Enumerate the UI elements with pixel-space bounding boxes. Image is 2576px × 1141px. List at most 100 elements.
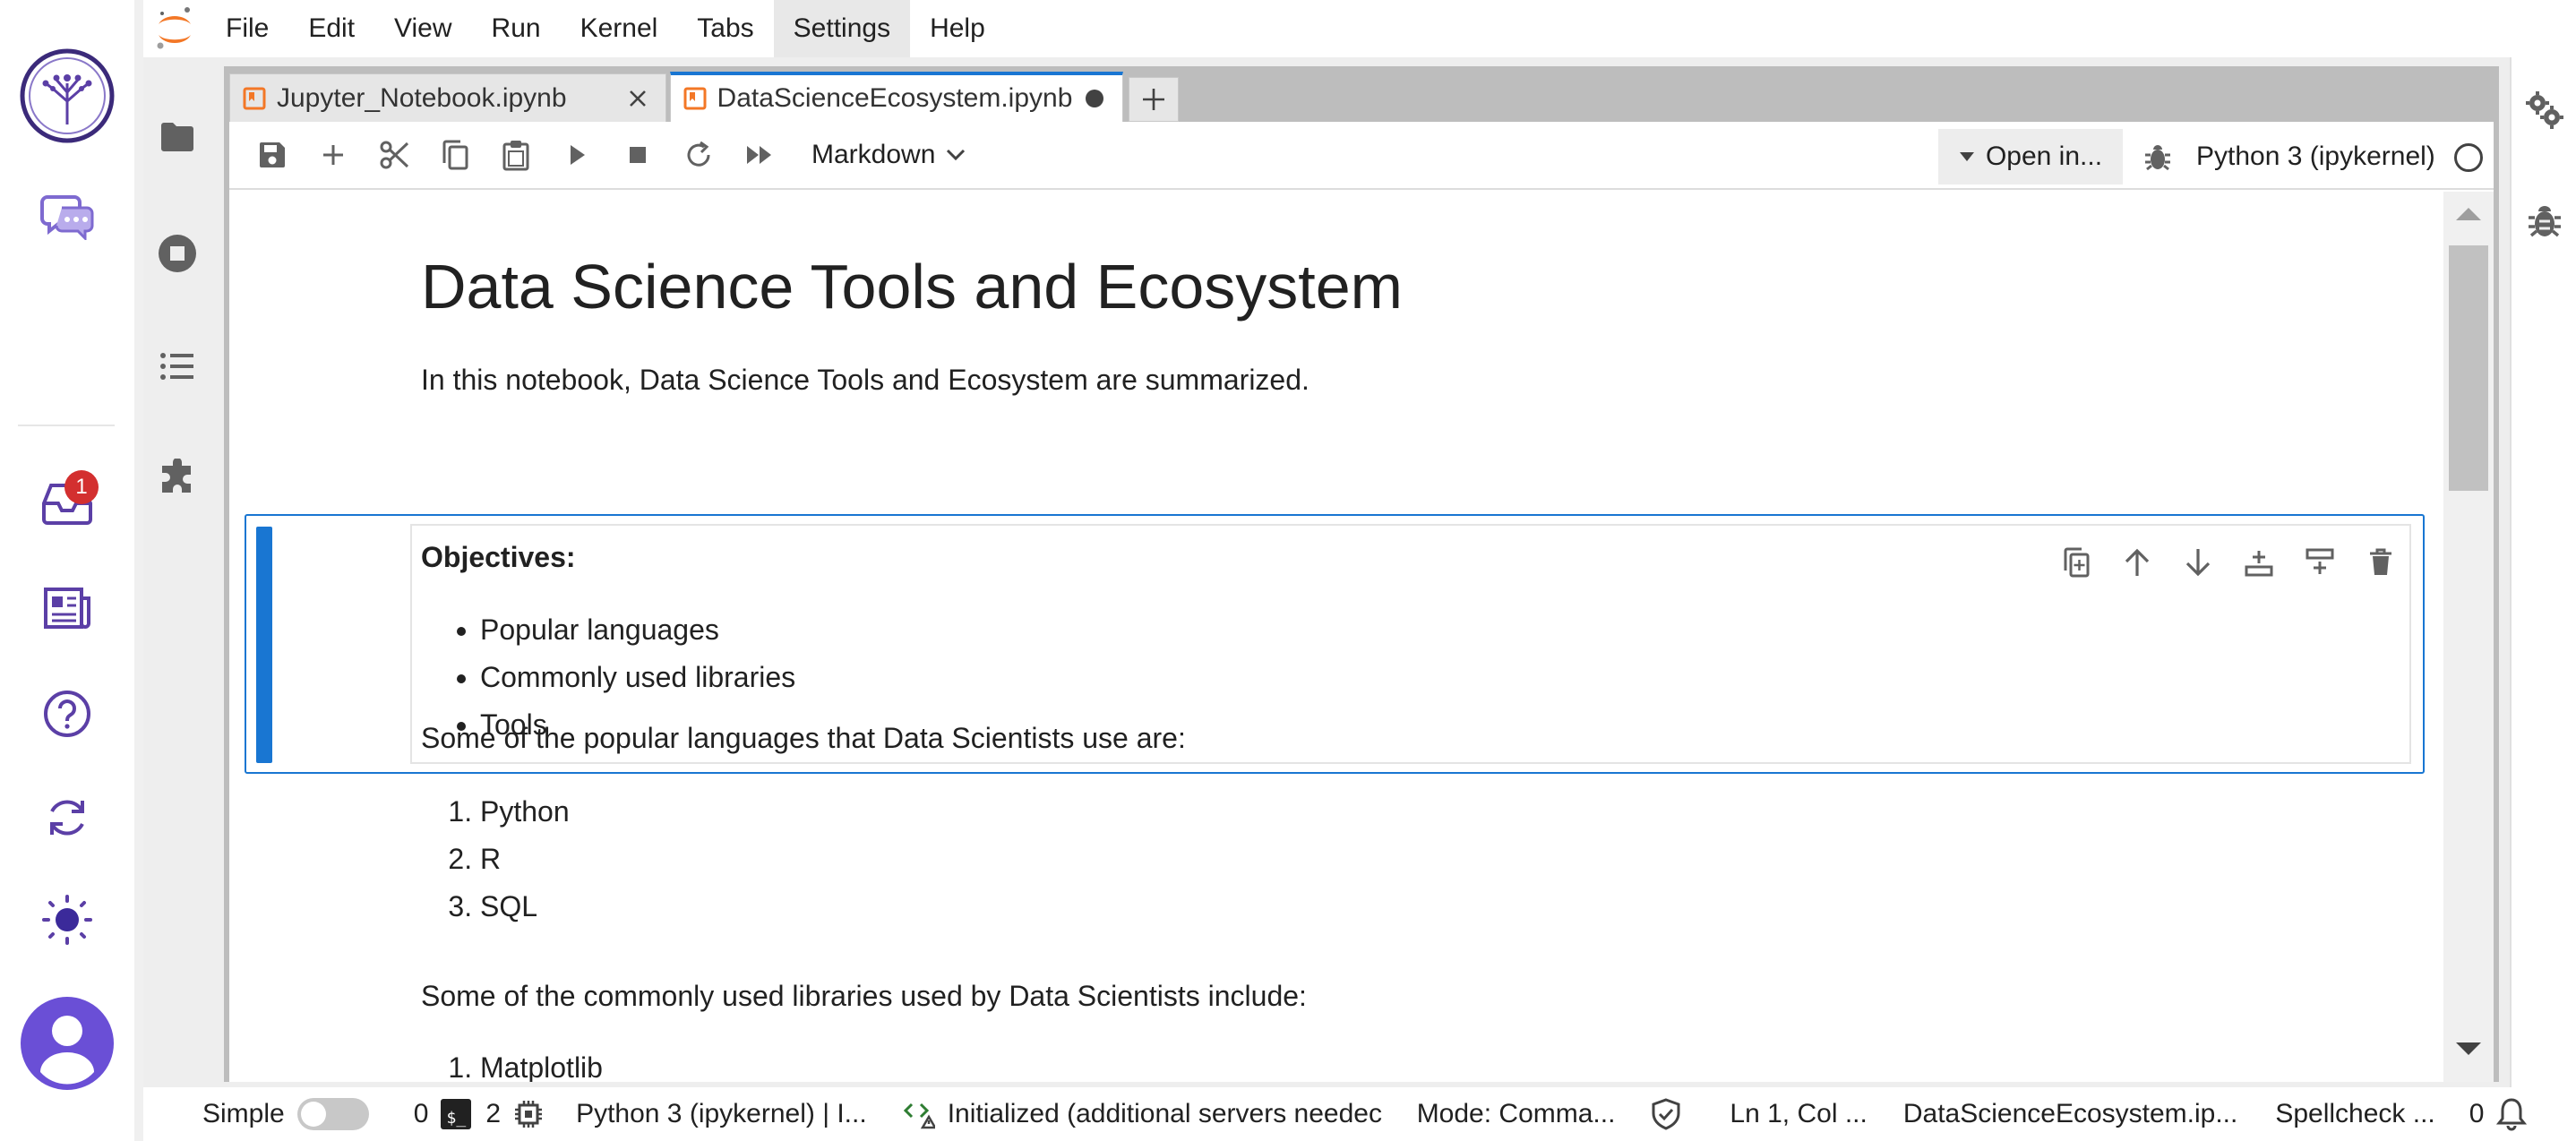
scrollbar-thumb[interactable] xyxy=(2449,245,2488,491)
simple-mode-toggle[interactable]: Simple xyxy=(202,1087,369,1141)
cursor-position[interactable]: Ln 1, Col ... xyxy=(1730,1087,1867,1141)
cell-type-value: Markdown xyxy=(811,140,936,169)
terminal-icon: $_ xyxy=(441,1099,472,1129)
notification-bell-icon[interactable] xyxy=(2496,1087,2528,1141)
run-cell-button[interactable] xyxy=(546,126,607,184)
tab-label: Jupyter_Notebook.ipynb xyxy=(277,82,567,113)
menu-run[interactable]: Run xyxy=(472,0,561,57)
notifications-count: 0 xyxy=(2469,1099,2485,1128)
user-avatar-icon[interactable] xyxy=(0,994,134,1093)
terminals-status[interactable]: 0 $_ xyxy=(414,1087,472,1141)
duplicate-icon xyxy=(2064,547,2090,578)
delete-cell-button[interactable] xyxy=(2350,537,2411,588)
menu-kernel[interactable]: Kernel xyxy=(561,0,678,57)
duplicate-cell-button[interactable] xyxy=(2046,537,2107,588)
spellcheck-status[interactable]: Spellcheck ... xyxy=(2275,1087,2434,1141)
menu-settings[interactable]: Settings xyxy=(773,0,911,57)
status-bar: Simple 0 $_ 2 Python 3 (ipykernel) | I..… xyxy=(143,1087,2576,1141)
cell-collapser[interactable] xyxy=(256,527,272,763)
theme-toggle-icon[interactable] xyxy=(0,871,134,969)
insert-above-icon xyxy=(2245,551,2273,577)
libraries-list: Matplotlib xyxy=(421,1044,603,1082)
code-warning-icon xyxy=(903,1102,935,1129)
list-item: Commonly used libraries xyxy=(480,654,795,701)
cut-button[interactable] xyxy=(364,126,425,184)
plus-icon xyxy=(323,145,343,165)
debugger-toggle-icon[interactable] xyxy=(2130,129,2185,184)
running-sessions-icon[interactable] xyxy=(143,222,211,285)
menu-help[interactable]: Help xyxy=(910,0,1005,57)
notebook-tab-bar: Jupyter_Notebook.ipynb DataScienceEcosys… xyxy=(229,72,1180,122)
filename-status[interactable]: DataScienceEcosystem.ip... xyxy=(1903,1087,2238,1141)
open-in-button[interactable]: Open in... xyxy=(1938,129,2123,184)
chat-assistant-icon[interactable] xyxy=(0,167,134,265)
close-icon[interactable] xyxy=(624,85,651,112)
caret-down-icon xyxy=(1959,152,1974,161)
languages-intro: Some of the popular languages that Data … xyxy=(421,722,1186,754)
kernel-status[interactable]: Python 3 (ipykernel) | I... xyxy=(576,1087,867,1141)
notebook-file-icon xyxy=(683,87,707,110)
trusted-shield-icon[interactable] xyxy=(1651,1087,1681,1141)
save-button[interactable] xyxy=(242,126,303,184)
copy-button[interactable] xyxy=(425,126,485,184)
rail-separator xyxy=(18,425,115,426)
kernels-status[interactable]: 2 xyxy=(485,1087,544,1141)
notebook-content[interactable]: Data Science Tools and Ecosystem In this… xyxy=(229,192,2443,1082)
sync-icon[interactable] xyxy=(0,768,134,867)
lsp-status[interactable]: Initialized (additional servers needec xyxy=(903,1087,1399,1141)
new-launcher-button[interactable] xyxy=(1129,77,1180,122)
property-inspector-icon[interactable] xyxy=(2512,79,2576,142)
extension-manager-icon[interactable] xyxy=(143,446,211,509)
menu-tabs[interactable]: Tabs xyxy=(677,0,773,57)
cell-type-dropdown[interactable]: Markdown xyxy=(811,126,966,184)
languages-list: Python R SQL xyxy=(421,788,570,931)
cell-toolbar xyxy=(2046,537,2411,588)
kernel-chip-icon xyxy=(515,1101,543,1128)
toggle-switch[interactable] xyxy=(296,1098,369,1130)
restart-kernel-button[interactable] xyxy=(668,126,729,184)
table-of-contents-icon[interactable] xyxy=(143,335,211,398)
restart-run-all-button[interactable] xyxy=(729,126,790,184)
command-mode-status[interactable]: Mode: Comma... xyxy=(1417,1087,1616,1141)
trash-icon xyxy=(2370,548,2391,575)
fast-forward-icon xyxy=(747,146,771,164)
scissors-icon xyxy=(380,141,409,169)
tab-jupyter-notebook[interactable]: Jupyter_Notebook.ipynb xyxy=(229,73,666,122)
libraries-intro: Some of the commonly used libraries used… xyxy=(421,980,1307,1012)
insert-cell-above-button[interactable] xyxy=(2228,537,2289,588)
news-icon[interactable] xyxy=(0,559,134,657)
ai-tree-logo-icon[interactable] xyxy=(0,47,134,145)
jupyter-logo-icon xyxy=(143,0,206,57)
scroll-down-arrow-icon[interactable] xyxy=(2454,1041,2483,1059)
inbox-icon[interactable] xyxy=(0,453,134,552)
file-browser-icon[interactable] xyxy=(143,106,211,168)
interrupt-kernel-button[interactable] xyxy=(607,126,668,184)
insert-cell-below-button[interactable] xyxy=(2289,537,2350,588)
menu-file[interactable]: File xyxy=(206,0,288,57)
intro-text: In this notebook, Data Science Tools and… xyxy=(421,364,1309,396)
arrow-down-icon xyxy=(2185,549,2211,577)
menu-edit[interactable]: Edit xyxy=(288,0,374,57)
clipboard-icon xyxy=(502,141,529,171)
notebook-scrollbar[interactable] xyxy=(2443,192,2494,1082)
kernels-count: 2 xyxy=(485,1099,502,1128)
objectives-heading: Objectives: xyxy=(421,541,576,573)
list-item: SQL xyxy=(480,883,570,931)
insert-cell-button[interactable] xyxy=(303,126,364,184)
scroll-up-arrow-icon[interactable] xyxy=(2454,204,2483,222)
open-in-label: Open in... xyxy=(1985,142,2103,171)
help-icon[interactable] xyxy=(0,665,134,763)
paste-button[interactable] xyxy=(485,126,546,184)
list-item: Python xyxy=(480,788,570,836)
unsaved-dot-icon[interactable] xyxy=(1081,85,1108,112)
debugger-icon[interactable] xyxy=(2512,190,2576,253)
move-cell-up-button[interactable] xyxy=(2107,537,2168,588)
right-side-bar xyxy=(2510,57,2576,1087)
tab-data-science-ecosystem[interactable]: DataScienceEcosystem.ipynb xyxy=(669,72,1124,122)
stop-icon xyxy=(630,147,646,163)
menu-view[interactable]: View xyxy=(374,0,471,57)
kernel-idle-indicator xyxy=(2454,143,2483,172)
kernel-name-button[interactable]: Python 3 (ipykernel) xyxy=(2196,129,2435,184)
move-cell-down-button[interactable] xyxy=(2168,537,2228,588)
play-icon xyxy=(571,145,585,165)
